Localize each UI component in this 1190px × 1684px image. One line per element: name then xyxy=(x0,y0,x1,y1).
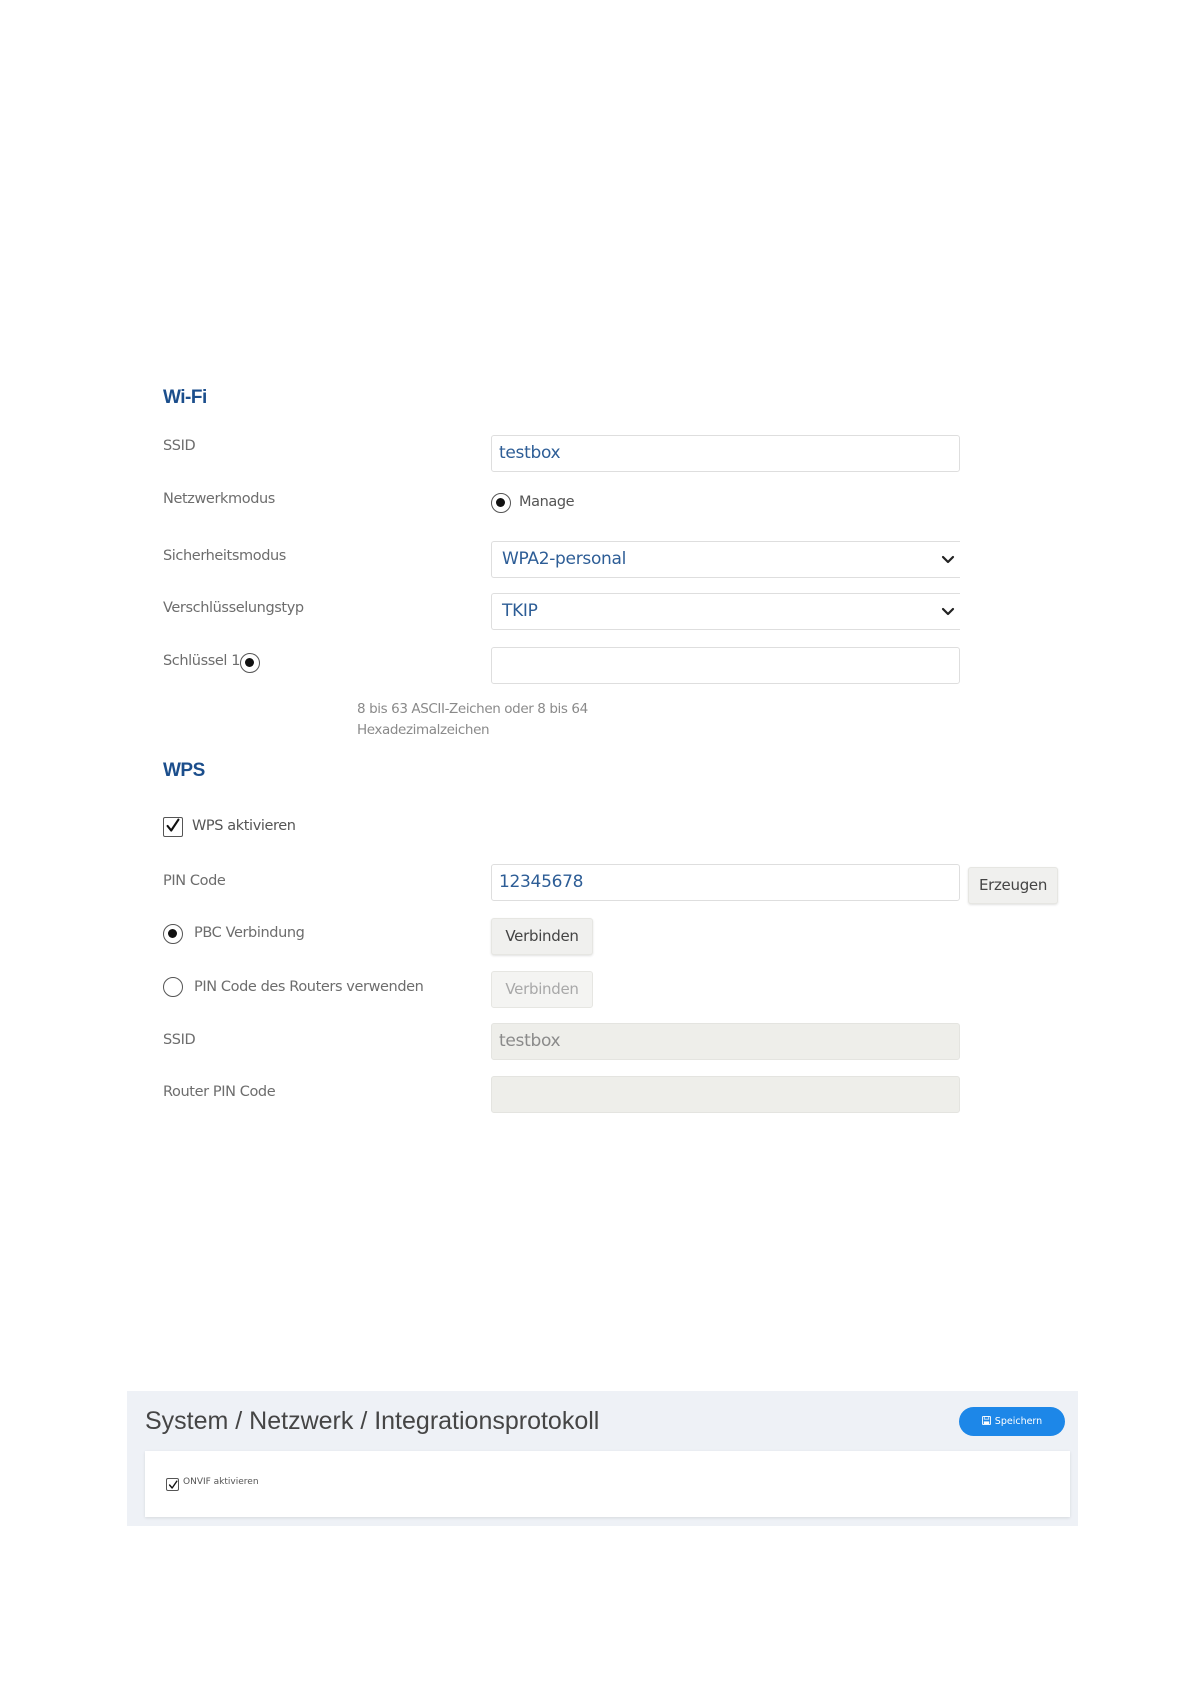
wps-enable-checkbox[interactable] xyxy=(163,817,183,837)
key-1-input[interactable] xyxy=(491,647,960,684)
ssid-input[interactable]: testbox xyxy=(491,435,960,472)
wps-section-title: WPS xyxy=(163,760,205,781)
wps-enable-label: WPS aktivieren xyxy=(192,818,296,834)
ssid-label: SSID xyxy=(163,438,196,454)
encryption-type-select[interactable]: TKIP xyxy=(491,593,960,630)
router-pin-connect-button[interactable]: Verbinden xyxy=(491,971,593,1008)
pin-code-label: PIN Code xyxy=(163,873,226,889)
security-mode-select[interactable]: WPA2-personal xyxy=(491,541,960,578)
key-hint: 8 bis 63 ASCII-Zeichen oder 8 bis 64 Hex… xyxy=(357,701,588,738)
manage-radio[interactable] xyxy=(491,493,511,513)
key-1-label: Schlüssel 1 xyxy=(163,653,241,669)
floppy-disk-icon xyxy=(981,1416,991,1425)
breadcrumb: System / Netzwerk / Integrationsprotokol… xyxy=(145,1407,600,1435)
router-pin-radio[interactable] xyxy=(163,977,183,997)
generate-button[interactable]: Erzeugen xyxy=(968,867,1058,904)
security-mode-value: WPA2-personal xyxy=(502,549,627,569)
page: Wi-Fi SSID testbox Netzwerkmodus Manage … xyxy=(0,0,1190,1684)
key-1-radio[interactable] xyxy=(240,653,260,673)
onvif-enable-label: ONVIF aktivieren xyxy=(183,1477,259,1487)
checkmark-icon xyxy=(168,1480,178,1489)
integration-protocol-panel: System / Netzwerk / Integrationsprotokol… xyxy=(127,1391,1078,1526)
chevron-down-icon xyxy=(941,555,955,564)
router-pin-radio-label: PIN Code des Routers verwenden xyxy=(194,979,424,995)
encryption-type-label: Verschlüsselungstyp xyxy=(163,600,304,616)
network-mode-label: Netzwerkmodus xyxy=(163,491,275,507)
chevron-down-icon xyxy=(941,607,955,616)
pbc-connect-button[interactable]: Verbinden xyxy=(491,918,593,955)
pin-code-input[interactable]: 12345678 xyxy=(491,864,960,901)
save-button[interactable]: Speichern xyxy=(959,1407,1065,1436)
encryption-type-value: TKIP xyxy=(502,601,538,621)
onvif-enable-checkbox[interactable] xyxy=(166,1478,179,1491)
save-button-label: Speichern xyxy=(994,1416,1043,1427)
manage-radio-label: Manage xyxy=(519,494,575,510)
wifi-section-title: Wi-Fi xyxy=(163,387,207,408)
pbc-radio[interactable] xyxy=(163,924,183,944)
security-mode-label: Sicherheitsmodus xyxy=(163,548,286,564)
checkmark-icon xyxy=(166,818,180,832)
wps-ssid-label: SSID xyxy=(163,1032,196,1048)
router-pin-code-input[interactable] xyxy=(491,1076,960,1113)
wps-ssid-input[interactable]: testbox xyxy=(491,1023,960,1060)
router-pin-code-label: Router PIN Code xyxy=(163,1084,276,1100)
onvif-card: ONVIF aktivieren xyxy=(145,1451,1070,1517)
pbc-radio-label: PBC Verbindung xyxy=(194,925,305,941)
